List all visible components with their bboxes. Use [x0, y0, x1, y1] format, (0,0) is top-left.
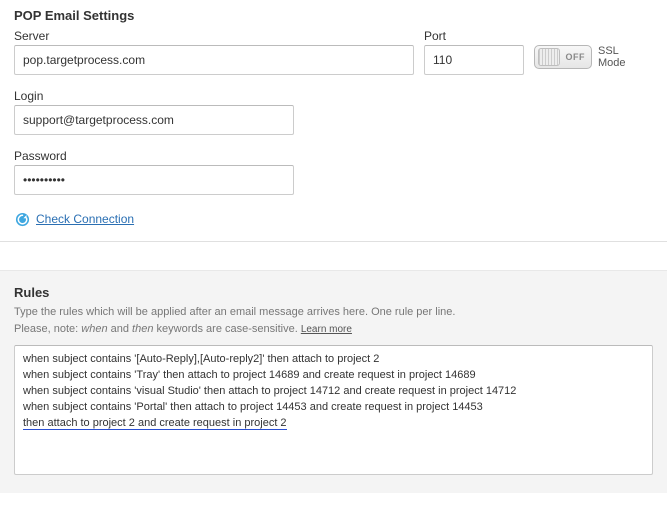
- rules-heading: Rules: [14, 285, 653, 300]
- ssl-label: SSLMode: [598, 45, 626, 69]
- password-label: Password: [14, 149, 653, 163]
- check-connection-link[interactable]: Check Connection: [36, 212, 134, 226]
- rule-line: then attach to project 2 and create requ…: [23, 416, 644, 432]
- login-input[interactable]: [14, 105, 294, 135]
- rules-description: Type the rules which will be applied aft…: [14, 304, 653, 337]
- port-label: Port: [424, 29, 524, 43]
- port-input[interactable]: [424, 45, 524, 75]
- rule-line: when subject contains 'visual Studio' th…: [23, 384, 644, 400]
- rules-textarea[interactable]: when subject contains '[Auto-Reply],[Aut…: [14, 345, 653, 475]
- password-input[interactable]: [14, 165, 294, 195]
- ssl-toggle-state: OFF: [566, 52, 586, 62]
- login-label: Login: [14, 89, 653, 103]
- rule-line: when subject contains 'Tray' then attach…: [23, 368, 644, 384]
- rule-line: when subject contains '[Auto-Reply],[Aut…: [23, 352, 644, 368]
- ssl-toggle[interactable]: OFF: [534, 45, 592, 69]
- server-input[interactable]: [14, 45, 414, 75]
- learn-more-link[interactable]: Learn more: [301, 324, 352, 335]
- rule-line: when subject contains 'Portal' then atta…: [23, 400, 644, 416]
- refresh-icon: [14, 211, 30, 227]
- page-title: POP Email Settings: [14, 8, 653, 23]
- server-label: Server: [14, 29, 414, 43]
